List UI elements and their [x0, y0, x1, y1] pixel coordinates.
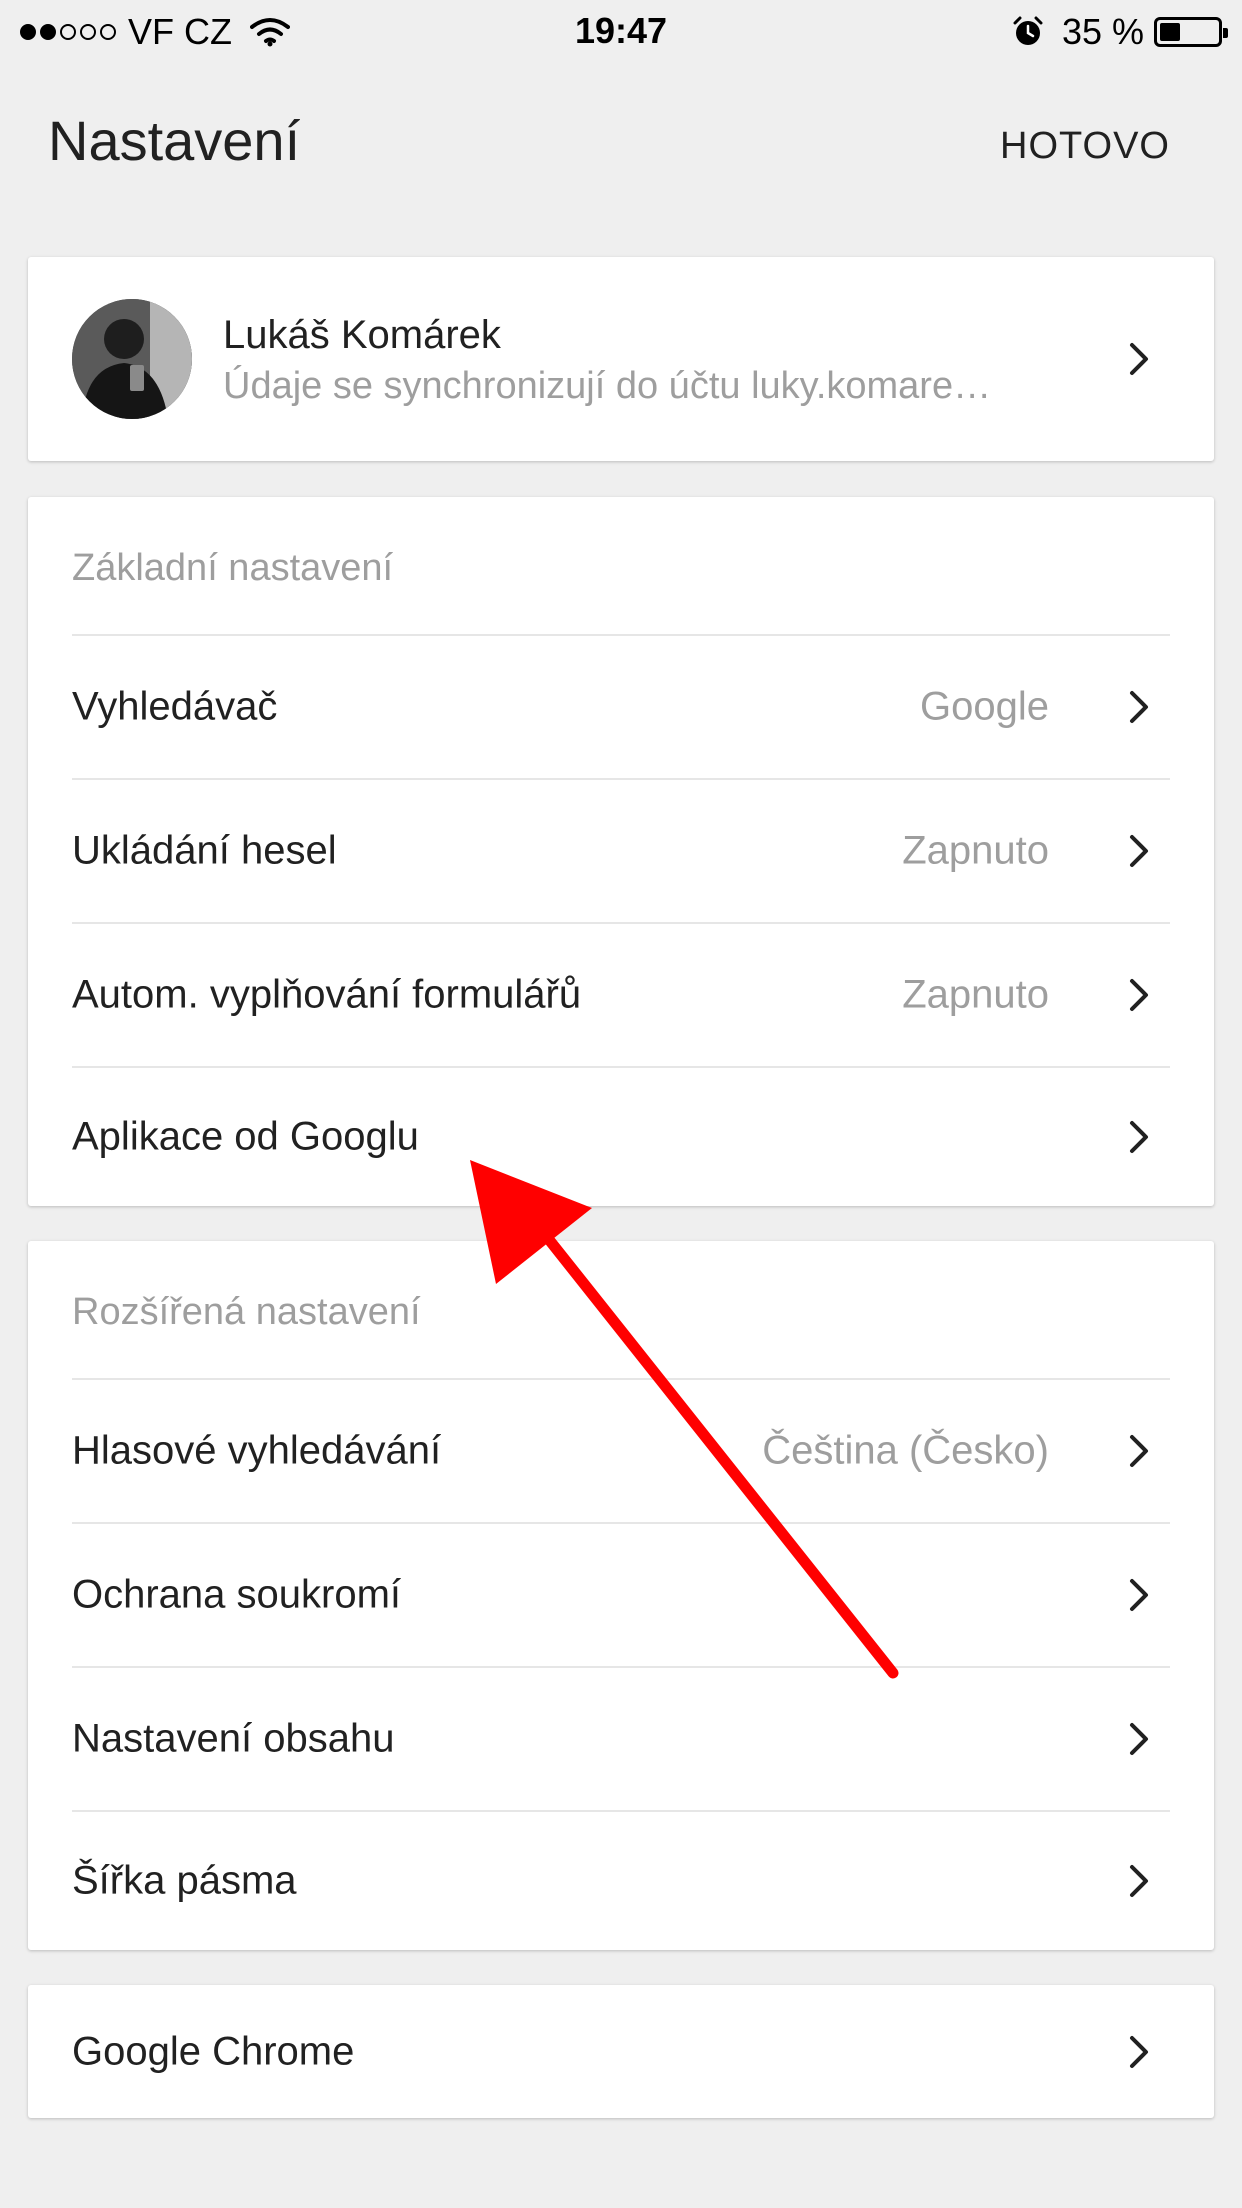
basic-settings-card: Základní nastavení Vyhledávač Google Ukl…	[28, 497, 1214, 1206]
chevron-right-icon	[1130, 1579, 1148, 1611]
chevron-right-icon	[1130, 1864, 1148, 1897]
row-value: Čeština (Česko)	[762, 1428, 1049, 1473]
row-label: Ukládání hesel	[72, 828, 337, 873]
alarm-icon	[1013, 16, 1043, 45]
row-value: Zapnuto	[902, 828, 1049, 873]
advanced-settings-card: Rozšířená nastavení Hlasové vyhledávání …	[28, 1241, 1214, 1950]
chevron-right-icon	[1130, 691, 1148, 723]
page-title: Nastavení	[48, 109, 301, 172]
settings-row-save-passwords[interactable]: Ukládání hesel Zapnuto	[28, 779, 1214, 923]
settings-row-voice-search[interactable]: Hlasové vyhledávání Čeština (Česko)	[28, 1379, 1214, 1523]
chevron-right-icon	[1130, 343, 1148, 375]
settings-row-privacy[interactable]: Ochrana soukromí	[28, 1523, 1214, 1667]
settings-row-content-settings[interactable]: Nastavení obsahu	[28, 1667, 1214, 1811]
chevron-right-icon	[1130, 835, 1148, 867]
about-card: Google Chrome	[28, 1985, 1214, 2118]
row-label: Aplikace od Googlu	[72, 1114, 419, 1158]
row-label: Šířka pásma	[72, 1858, 297, 1902]
row-label: Hlasové vyhledávání	[72, 1428, 442, 1473]
settings-row-bandwidth[interactable]: Šířka pásma	[28, 1811, 1214, 1950]
row-value: Google	[920, 684, 1049, 729]
avatar-photo	[72, 299, 192, 419]
chevron-right-icon	[1130, 2035, 1148, 2068]
chevron-right-icon	[1130, 979, 1148, 1011]
chevron-right-icon	[1130, 1120, 1148, 1153]
row-label: Google Chrome	[72, 2029, 355, 2073]
battery-level	[1160, 23, 1180, 41]
row-label: Autom. vyplňování formulářů	[72, 972, 582, 1017]
status-bar: VF CZ 19:47 35 %	[0, 0, 1242, 62]
battery-percent: 35 %	[1061, 11, 1144, 52]
account-name: Lukáš Komárek	[223, 313, 501, 357]
settings-row-autofill-forms[interactable]: Autom. vyplňování formulářů Zapnuto	[28, 923, 1214, 1067]
battery-nub	[1223, 28, 1228, 38]
account-sync-status: Údaje se synchronizují do účtu luky.koma…	[223, 365, 992, 407]
account-card[interactable]: Lukáš Komárek Údaje se synchronizují do …	[28, 257, 1214, 461]
chevron-right-icon	[1130, 1435, 1148, 1467]
chevron-right-icon	[1130, 1723, 1148, 1755]
battery-icon	[1154, 17, 1228, 47]
row-label: Vyhledávač	[72, 684, 278, 729]
done-button[interactable]: HOTOVO	[1000, 125, 1170, 168]
section-header-basic: Základní nastavení	[72, 547, 394, 589]
settings-row-google-chrome[interactable]: Google Chrome	[28, 1985, 1214, 2118]
row-label: Ochrana soukromí	[72, 1572, 402, 1617]
row-value: Zapnuto	[902, 972, 1049, 1017]
settings-row-google-apps[interactable]: Aplikace od Googlu	[28, 1067, 1214, 1206]
section-header-advanced: Rozšířená nastavení	[72, 1291, 421, 1333]
row-label: Nastavení obsahu	[72, 1716, 395, 1761]
settings-row-search-engine[interactable]: Vyhledávač Google	[28, 635, 1214, 779]
avatar	[72, 299, 192, 419]
status-bar-right: 35 %	[1012, 10, 1228, 54]
